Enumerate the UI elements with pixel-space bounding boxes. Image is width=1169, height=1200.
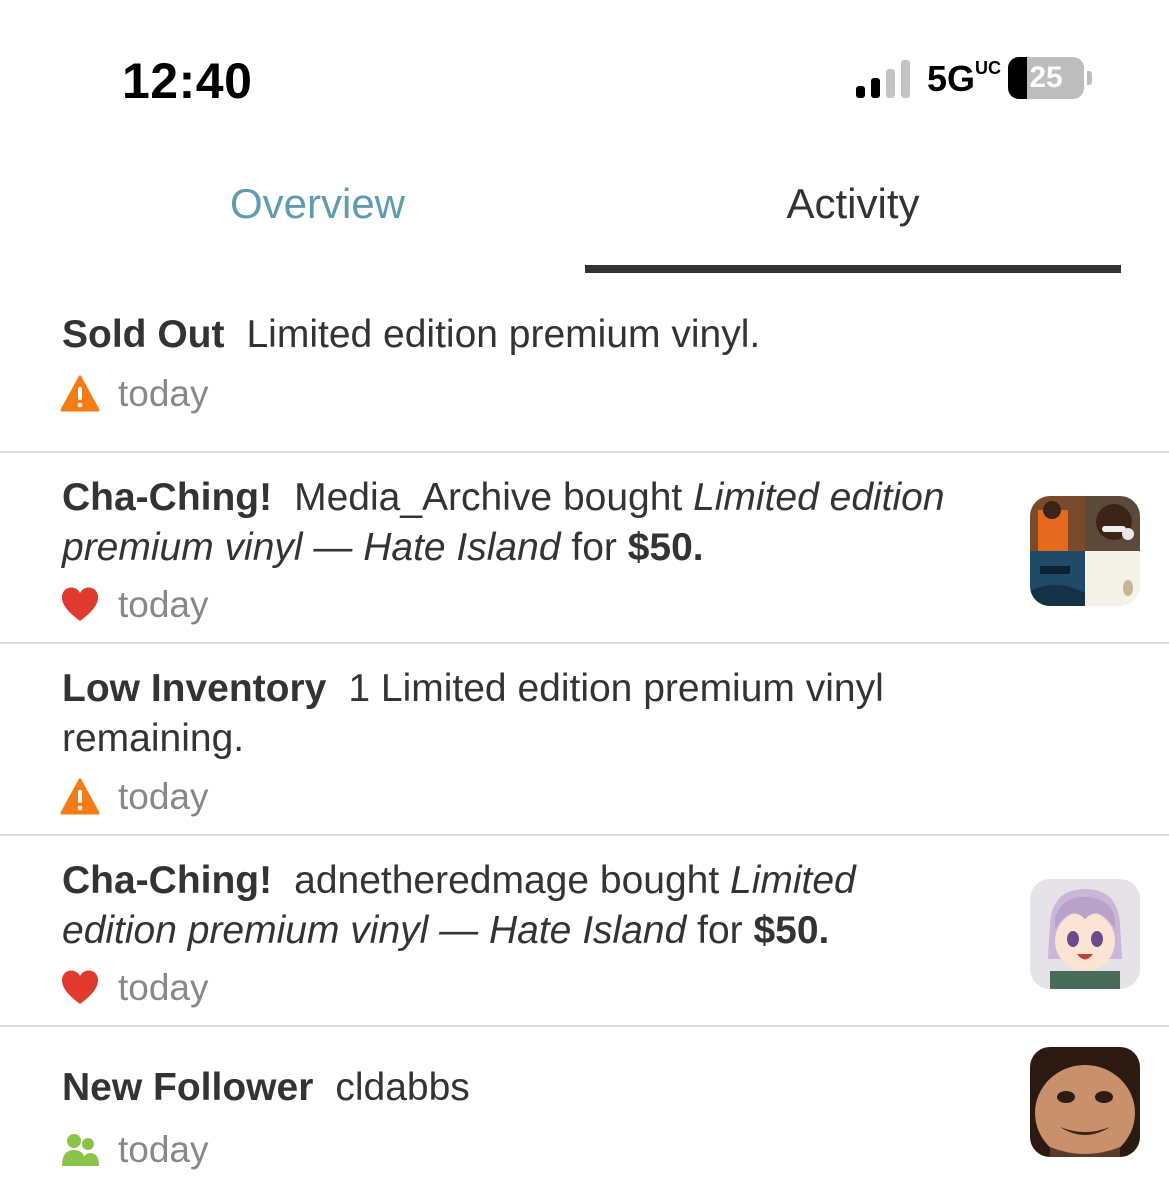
adnetheredmage-avatar[interactable]	[1030, 879, 1140, 989]
item-buyer[interactable]: adnetheredmage	[294, 859, 589, 902]
warning-icon	[60, 778, 100, 815]
item-kind: Cha-Ching!	[62, 476, 273, 519]
item-message: New Follower cldabbs	[62, 1063, 470, 1113]
battery-percent: 25	[1029, 61, 1063, 94]
item-meta: today	[60, 373, 209, 414]
tab-selected-indicator	[585, 265, 1121, 273]
item-meta: today	[60, 776, 209, 817]
item-time: today	[118, 1129, 209, 1170]
item-meta: today	[60, 1129, 209, 1170]
item-message: Cha-Ching! Media_Archive bought Limited e…	[62, 473, 962, 573]
item-meta: today	[60, 967, 209, 1008]
network-suffix: UC	[975, 58, 1002, 78]
item-message: Sold Out Limited edition premium vinyl.	[62, 310, 760, 360]
item-verb: bought	[599, 859, 720, 902]
heart-icon	[62, 970, 98, 1004]
item-meta: today	[60, 584, 209, 625]
item-time: today	[118, 776, 209, 817]
tab-activity[interactable]: Activity	[585, 180, 1121, 228]
item-buyer[interactable]: Media_Archive	[294, 476, 552, 519]
list-item[interactable]: Sold Out Limited edition premium vinyl. t…	[0, 290, 1169, 453]
list-item[interactable]: New Follower cldabbs today	[0, 1027, 1169, 1197]
item-price: $50.	[627, 526, 704, 569]
list-item[interactable]: Low Inventory 1 Limited edition premium v…	[0, 644, 1169, 836]
item-kind: Cha-Ching!	[62, 859, 273, 902]
item-message: Low Inventory 1 Limited edition premium v…	[62, 664, 892, 764]
media-archive-avatar[interactable]	[1030, 496, 1140, 606]
tab-overview[interactable]: Overview	[50, 180, 585, 228]
status-bar: 12:40 5GUC 25	[0, 0, 1169, 140]
followers-icon	[62, 1134, 99, 1166]
list-item[interactable]: Cha-Ching! adnetheredmage bought Limited …	[0, 836, 1169, 1027]
tab-bar: Overview Activity	[0, 150, 1169, 275]
item-message: Cha-Ching! adnetheredmage bought Limited …	[62, 856, 962, 956]
warning-icon	[60, 375, 100, 412]
network-label: 5G	[927, 58, 976, 99]
item-time: today	[118, 967, 209, 1008]
status-time: 12:40	[122, 53, 253, 109]
item-price: $50.	[753, 909, 830, 952]
item-kind: Sold Out	[62, 313, 225, 356]
battery-nub	[1087, 71, 1092, 85]
item-kind: New Follower	[62, 1066, 314, 1109]
list-item[interactable]: Cha-Ching! Media_Archive bought Limited e…	[0, 453, 1169, 644]
item-time: today	[118, 373, 209, 414]
item-verb: bought	[562, 476, 683, 519]
cldabbs-avatar[interactable]	[1030, 1047, 1140, 1157]
activity-feed: Sold Out Limited edition premium vinyl. t…	[0, 290, 1169, 1197]
signal-strength-icon	[856, 60, 910, 98]
item-for: for	[571, 526, 617, 569]
battery-icon: 25	[1008, 57, 1092, 101]
item-kind: Low Inventory	[62, 667, 327, 710]
item-for: for	[697, 909, 743, 952]
item-follower-name[interactable]: cldabbs	[335, 1066, 469, 1109]
item-time: today	[118, 584, 209, 625]
item-body: Limited edition premium vinyl.	[246, 313, 761, 356]
heart-icon	[62, 587, 98, 621]
network-type: 5GUC	[927, 58, 1001, 100]
